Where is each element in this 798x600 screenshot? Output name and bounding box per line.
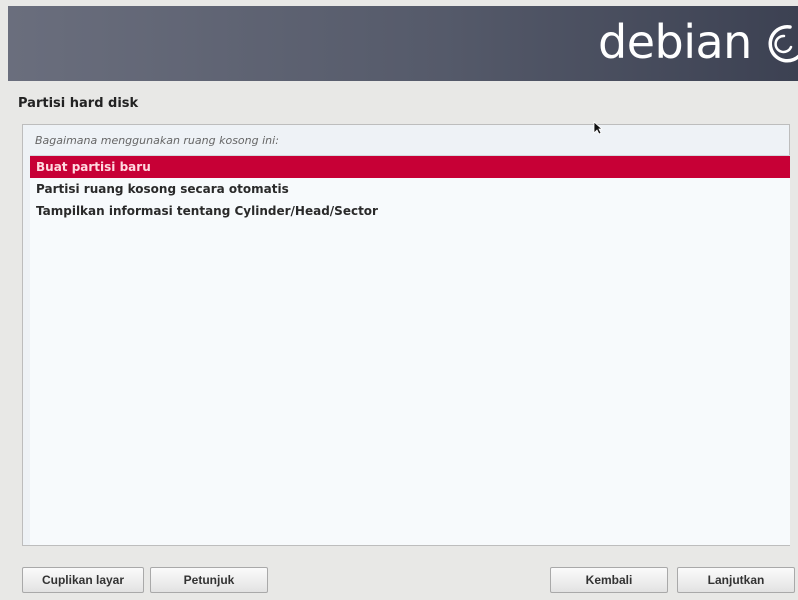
screenshot-button[interactable]: Cuplikan layar xyxy=(22,567,144,593)
option-auto-partition-free-space[interactable]: Partisi ruang kosong secara otomatis xyxy=(30,178,790,200)
options-list: Buat partisi baru Partisi ruang kosong s… xyxy=(30,155,790,545)
debian-swirl-icon xyxy=(768,25,798,63)
option-create-new-partition[interactable]: Buat partisi baru xyxy=(30,156,790,178)
question-label: Bagaimana menggunakan ruang kosong ini: xyxy=(35,134,279,147)
page-title: Partisi hard disk xyxy=(18,96,139,111)
back-button[interactable]: Kembali xyxy=(550,567,668,593)
continue-button[interactable]: Lanjutkan xyxy=(677,567,795,593)
option-show-chs-info[interactable]: Tampilkan informasi tentang Cylinder/Hea… xyxy=(30,200,790,222)
mouse-pointer-icon xyxy=(593,121,603,135)
debian-banner: debian xyxy=(8,6,798,81)
help-button[interactable]: Petunjuk xyxy=(150,567,268,593)
debian-logo-text: debian xyxy=(598,15,752,69)
